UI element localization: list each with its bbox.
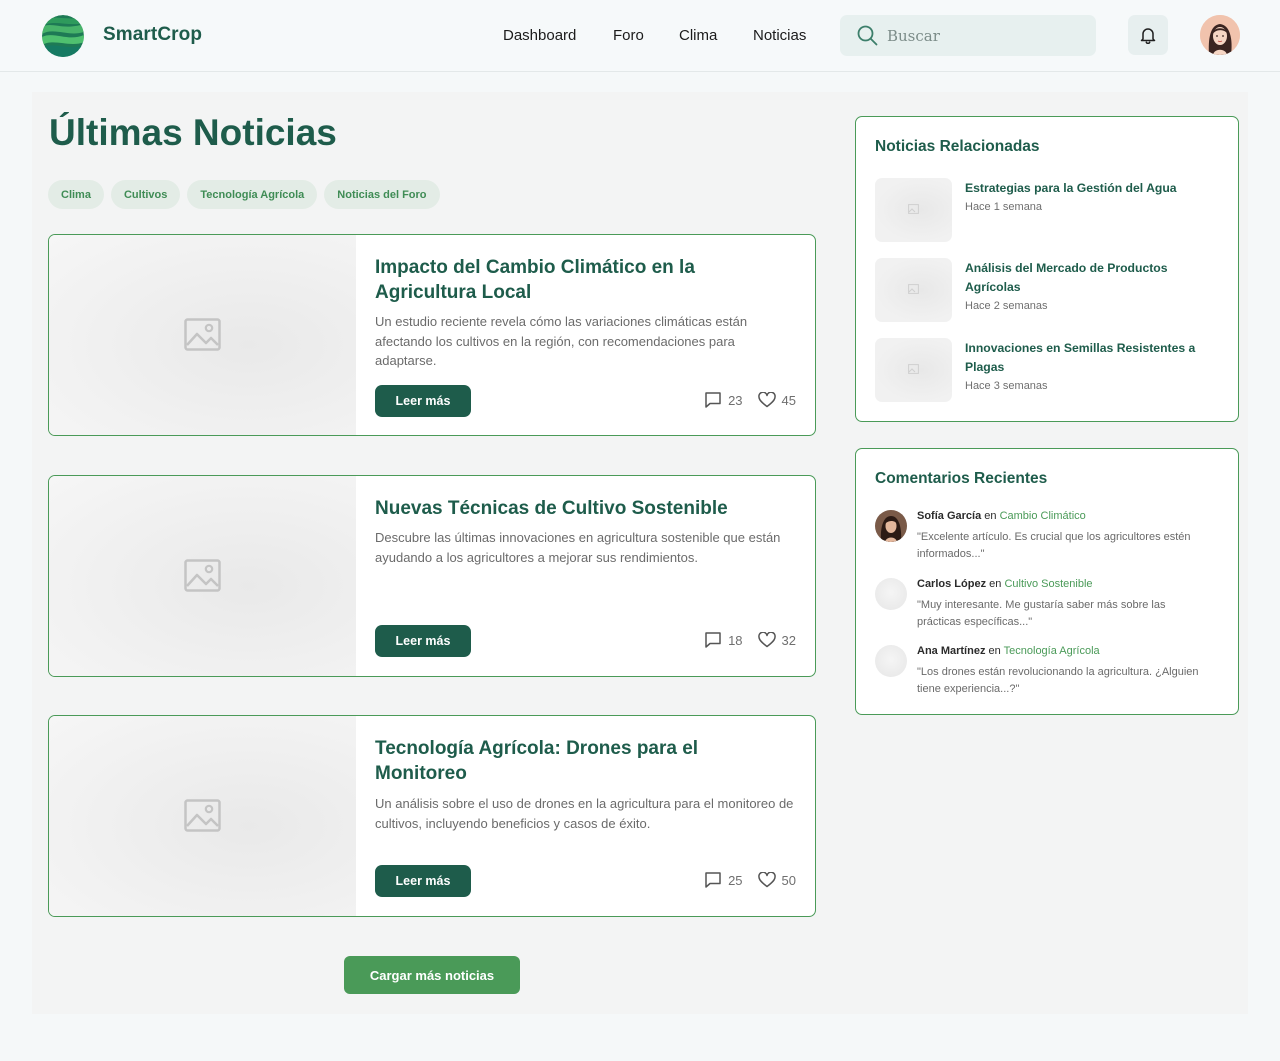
related-title[interactable]: Estrategias para la Gestión del Agua <box>965 179 1225 198</box>
related-news-item[interactable]: Estrategias para la Gestión del Agua Hac… <box>875 178 1221 242</box>
brand-name[interactable]: SmartCrop <box>103 24 202 46</box>
heart-icon <box>757 392 776 408</box>
image-placeholder-icon <box>908 204 919 214</box>
comments-count[interactable]: 25 <box>704 871 743 889</box>
top-navbar: SmartCrop Dashboard Foro Clima Noticias <box>0 0 1280 72</box>
likes-count[interactable]: 45 <box>757 392 796 408</box>
recent-comments-panel: Comentarios Recientes Sofía García en Ca… <box>855 448 1239 715</box>
article-image-placeholder <box>49 716 356 916</box>
likes-count[interactable]: 32 <box>757 632 796 648</box>
chip-clima[interactable]: Clima <box>48 180 104 209</box>
article-description: Un estudio reciente revela cómo las vari… <box>375 314 748 368</box>
article-title[interactable]: Tecnología Agrícola: Drones para el Moni… <box>375 736 775 786</box>
commenter-name[interactable]: Sofía García <box>917 510 981 522</box>
nav-link-dashboard[interactable]: Dashboard <box>503 27 576 44</box>
article-description: Un análisis sobre el uso de drones en la… <box>375 796 794 831</box>
likes-count-value: 32 <box>781 632 796 648</box>
comment-text: "Los drones están revolucionando la agri… <box>917 666 1199 695</box>
comment-icon <box>705 632 721 648</box>
comment-text: "Excelente artículo. Es crucial que los … <box>917 531 1191 560</box>
news-card: Impacto del Cambio Climático en la Agric… <box>48 234 816 436</box>
related-time: Hace 2 semanas <box>965 300 1048 312</box>
search-box <box>840 15 1096 56</box>
recent-comments-heading: Comentarios Recientes <box>875 470 1048 487</box>
related-thumbnail <box>875 338 952 402</box>
comment-header: Carlos López en Cultivo Sostenible <box>917 578 1093 590</box>
news-card: Nuevas Técnicas de Cultivo Sostenible De… <box>48 475 816 677</box>
article-stats: 25 50 <box>704 871 796 889</box>
article-title[interactable]: Impacto del Cambio Climático en la Agric… <box>375 255 775 305</box>
article-stats: 18 32 <box>704 631 796 649</box>
image-placeholder-icon <box>184 318 221 351</box>
article-image-placeholder <box>49 235 356 435</box>
heart-icon <box>757 872 776 888</box>
related-title[interactable]: Innovaciones en Semillas Resistentes a P… <box>965 339 1225 377</box>
user-avatar[interactable] <box>1200 15 1240 55</box>
bell-icon <box>1140 28 1156 44</box>
commenter-avatar <box>875 510 907 542</box>
read-more-button[interactable]: Leer más <box>375 625 471 657</box>
commenter-avatar <box>875 578 907 610</box>
comment-connector: en <box>984 510 997 522</box>
comment-connector: en <box>989 578 1002 590</box>
read-more-button[interactable]: Leer más <box>375 385 471 417</box>
nav-link-noticias[interactable]: Noticias <box>753 27 806 44</box>
article-stats: 23 45 <box>704 391 796 409</box>
comment-icon <box>705 392 721 408</box>
related-time: Hace 3 semanas <box>965 380 1048 392</box>
comment-text: "Muy interesante. Me gustaría saber más … <box>917 599 1166 628</box>
comments-count-value: 25 <box>728 872 743 888</box>
likes-count-value: 45 <box>781 392 796 408</box>
comment-topic-link[interactable]: Cambio Climático <box>1000 510 1086 522</box>
page-title: Últimas Noticias <box>49 112 337 153</box>
article-title[interactable]: Nuevas Técnicas de Cultivo Sostenible <box>375 496 795 521</box>
comment-header: Sofía García en Cambio Climático <box>917 510 1086 522</box>
category-filters: Clima Cultivos Tecnología Agrícola Notic… <box>48 180 440 209</box>
comment-topic-link[interactable]: Cultivo Sostenible <box>1004 578 1092 590</box>
related-thumbnail <box>875 258 952 322</box>
commenter-name[interactable]: Ana Martínez <box>917 645 985 657</box>
nav-link-foro[interactable]: Foro <box>613 27 644 44</box>
search-icon <box>857 25 878 46</box>
image-placeholder-icon <box>184 799 221 832</box>
related-news-panel: Noticias Relacionadas Estrategias para l… <box>855 116 1239 422</box>
comment-connector: en <box>988 645 1001 657</box>
smartcrop-logo-icon[interactable] <box>42 15 84 57</box>
comments-count[interactable]: 18 <box>704 631 743 649</box>
comment-topic-link[interactable]: Tecnología Agrícola <box>1004 645 1100 657</box>
related-title[interactable]: Análisis del Mercado de Productos Agríco… <box>965 259 1225 297</box>
load-more-button[interactable]: Cargar más noticias <box>344 956 520 994</box>
notifications-button[interactable] <box>1128 15 1168 55</box>
related-news-item[interactable]: Análisis del Mercado de Productos Agríco… <box>875 258 1221 322</box>
nav-link-clima[interactable]: Clima <box>679 27 717 44</box>
image-placeholder-icon <box>184 559 221 592</box>
image-placeholder-icon <box>908 284 919 294</box>
comment-header: Ana Martínez en Tecnología Agrícola <box>917 645 1100 657</box>
chip-noticias-del-foro[interactable]: Noticias del Foro <box>324 180 440 209</box>
comments-count-value: 18 <box>728 632 743 648</box>
commenter-name[interactable]: Carlos López <box>917 578 986 590</box>
comments-count-value: 23 <box>728 392 743 408</box>
commenter-avatar <box>875 645 907 677</box>
news-card: Tecnología Agrícola: Drones para el Moni… <box>48 715 816 917</box>
chip-cultivos[interactable]: Cultivos <box>110 180 181 209</box>
related-news-item[interactable]: Innovaciones en Semillas Resistentes a P… <box>875 338 1221 402</box>
likes-count-value: 50 <box>781 872 796 888</box>
search-input[interactable] <box>887 22 1087 49</box>
read-more-button[interactable]: Leer más <box>375 865 471 897</box>
heart-icon <box>757 632 776 648</box>
article-image-placeholder <box>49 476 356 676</box>
comments-count[interactable]: 23 <box>704 391 743 409</box>
article-description: Descubre las últimas innovaciones en agr… <box>375 530 781 565</box>
likes-count[interactable]: 50 <box>757 872 796 888</box>
comment-icon <box>705 872 721 888</box>
chip-tecnologia-agricola[interactable]: Tecnología Agrícola <box>187 180 318 209</box>
related-news-heading: Noticias Relacionadas <box>875 138 1040 155</box>
related-thumbnail <box>875 178 952 242</box>
related-time: Hace 1 semana <box>965 201 1043 213</box>
image-placeholder-icon <box>908 364 919 374</box>
